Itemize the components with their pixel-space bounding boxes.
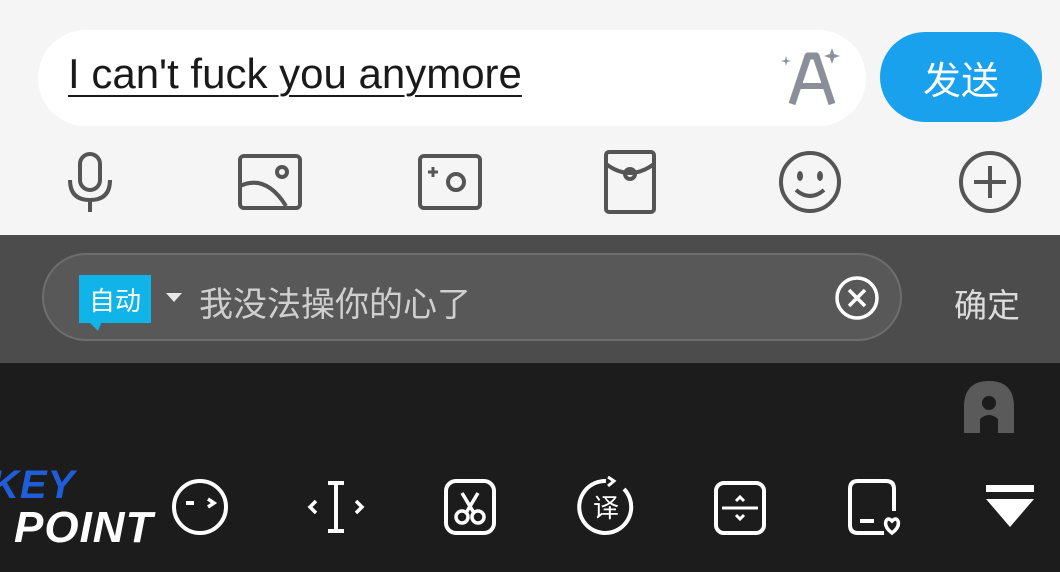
keyboard-toolbar: KEY POINT 译 [0,363,1060,572]
image-icon[interactable] [236,148,304,216]
translation-field[interactable]: 自动 我没法操你的心了 [42,253,902,341]
svg-text:译: 译 [593,494,619,524]
note-icon[interactable] [844,475,908,539]
translated-text[interactable]: 我没法操你的心了 [199,277,471,326]
emoji-icon[interactable] [776,148,844,216]
send-button[interactable]: 发送 [880,32,1042,122]
clear-icon[interactable] [834,275,880,321]
camera-icon[interactable] [416,148,484,216]
badge-tail [88,321,102,331]
plus-icon[interactable] [956,148,1024,216]
dropdown-arrow-icon[interactable] [166,293,182,302]
watermark-point-text: POINT [14,503,154,552]
clipboard-icon[interactable] [438,475,502,539]
message-input[interactable]: I can't fuck you anymore [38,30,866,126]
message-text[interactable]: I can't fuck you anymore [68,50,522,98]
assistant-icon[interactable] [960,377,1018,435]
translate-icon[interactable]: 译 [574,475,638,539]
font-style-icon[interactable] [778,42,844,112]
translation-bar: 自动 我没法操你的心了 确定 [0,235,1060,363]
microphone-icon[interactable] [56,148,124,216]
watermark-logo: KEY POINT [0,463,175,553]
watermark-key-text: KEY [0,463,76,507]
red-envelope-icon[interactable] [596,148,664,216]
collapse-keyboard-icon[interactable] [978,475,1042,539]
cursor-move-icon[interactable] [304,475,368,539]
keyboard-resize-icon[interactable] [708,475,772,539]
confirm-button[interactable]: 确定 [954,279,1020,327]
sticker-face-icon[interactable] [168,475,232,539]
language-mode-badge[interactable]: 自动 [79,275,151,323]
chat-composer: I can't fuck you anymore 发送 [0,0,1060,235]
